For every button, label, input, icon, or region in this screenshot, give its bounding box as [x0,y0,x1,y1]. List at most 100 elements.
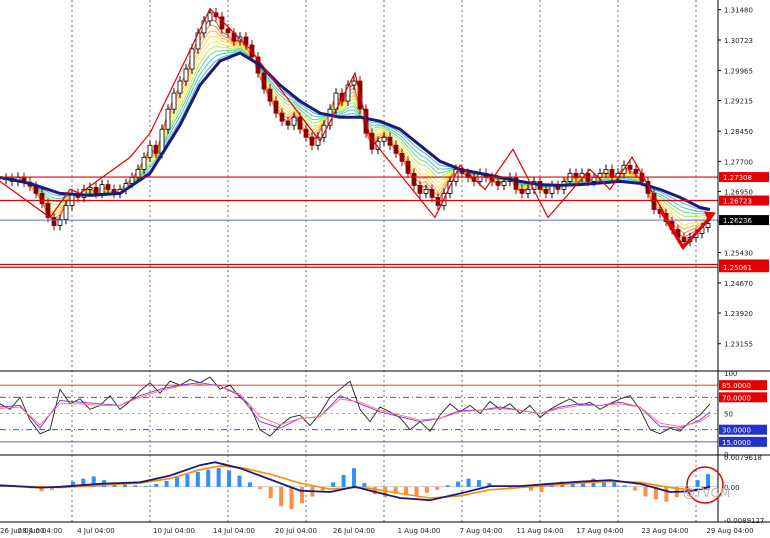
macd-histogram-bar [633,486,638,491]
macd-histogram-bar [299,486,304,504]
macd-histogram-bar [445,485,450,487]
stoch-level-label: 30.0000 [722,427,751,435]
candle-body [609,168,615,178]
candle-body [309,136,315,146]
y-tick-label: 1.31480 [724,7,753,15]
candle-body [591,176,597,182]
candle-body [63,205,69,220]
macd-histogram-bar [612,482,617,487]
candle-body [603,168,609,174]
macd-histogram-bar [383,486,388,498]
macd-histogram-bar [362,483,367,487]
stoch-y-tick-label: 100 [724,370,737,378]
y-tick-label: 1.30723 [724,37,753,45]
macd-histogram-bar [206,469,211,487]
x-tick-label: 17 Aug 04:00 [576,527,623,535]
y-tick-label: 1.29215 [724,98,753,106]
candle-body [267,88,273,102]
candle-body [393,144,399,154]
candle-body [279,112,285,122]
macd-histogram-bar [185,474,190,487]
macd-histogram-bar [122,484,127,487]
macd-histogram-bar [706,474,710,487]
macd-histogram-bar [466,478,471,487]
y-tick-label: 1.26190 [724,219,753,227]
macd-histogram-bar [331,482,336,487]
x-tick-label: 23 Aug 04:00 [641,527,688,535]
candle-body [435,197,441,206]
candle-body [303,128,309,138]
candle-body [297,116,303,130]
candle-body [51,217,57,226]
chart-container: 1.273081.267231.251301.250611.26236 85.0… [0,0,770,538]
stoch-level-label: 85.0000 [722,382,751,390]
macd-histogram-bar [622,485,627,487]
candle-body [423,189,429,194]
x-tick-label: 26 Jul 04:00 [333,527,375,535]
y-tick-label: 1.23155 [724,341,753,349]
macd-histogram-bar [227,470,232,487]
macd-histogram-bar [237,475,242,487]
macd-histogram-bar [341,474,346,487]
x-tick-label: 10 Jul 04:00 [153,527,195,535]
candle-body [129,176,135,184]
x-tick-label: 28 Jun 04:00 [18,527,62,535]
candle-body [387,136,393,146]
x-tick-label: 1 Aug 04:00 [398,527,441,535]
macd-histogram-bar [424,486,429,493]
macd-histogram-bar [289,486,294,510]
candle-body [519,189,525,194]
candle-body [147,144,153,158]
macd-histogram-bar [435,486,440,490]
candle-body [705,223,711,228]
macd-histogram-bar [404,486,409,495]
candle-body [39,193,45,204]
forex-chart: 1.273081.267231.251301.250611.26236 85.0… [0,0,770,538]
candle-body [417,185,423,194]
macd-histogram-bar [268,486,273,499]
macd-histogram-bar [539,486,544,493]
level-badge-label: 1.26723 [723,198,752,206]
watermark-text: @TVGM [683,486,730,500]
macd-y-tick-label: -0.0089127 [724,517,764,525]
y-tick-label: 1.25430 [724,249,753,257]
y-tick-label: 1.27700 [724,158,753,166]
candle-body [351,80,357,86]
macd-histogram-bar [476,480,481,487]
x-tick-label: 7 Aug 04:00 [460,527,503,535]
candle-body [141,156,147,170]
candle-body [381,136,387,142]
macd-histogram-bar [279,486,284,507]
candle-body [153,144,159,154]
candle-body [105,184,111,190]
candle-body [681,237,687,242]
macd-y-tick-label: 0.0079618 [724,454,762,462]
candle-body [201,20,207,34]
level-badge-label: 1.27308 [723,174,752,182]
candle-body [99,184,105,194]
x-tick-label: 11 Aug 04:00 [516,527,563,535]
macd-histogram-bar [216,468,221,487]
candle-body [411,172,417,186]
candle-body [285,120,291,126]
macd-histogram-bar [247,482,252,487]
macd-histogram-bar [195,471,200,487]
x-tick-label: 20 Jul 04:00 [275,527,317,535]
candle-body [177,80,183,94]
candle-body [633,168,639,174]
stoch-y-tick-label: 50 [724,411,733,419]
macd-histogram-bar [143,486,148,487]
candle-body [225,28,231,34]
macd-histogram-bar [133,485,138,487]
candle-body [93,187,99,194]
candle-body [501,180,507,186]
y-tick-label: 1.29965 [724,67,753,75]
stoch-level-label: 70.0000 [722,394,751,402]
y-tick-label: 1.26950 [724,188,753,196]
x-tick-label: 4 Jul 04:00 [77,527,115,535]
candle-body [171,92,177,110]
macd-histogram-bar [164,480,169,487]
candle-body [543,189,549,194]
level-badge-label: 1.25061 [723,264,752,272]
candle-body [291,116,297,126]
